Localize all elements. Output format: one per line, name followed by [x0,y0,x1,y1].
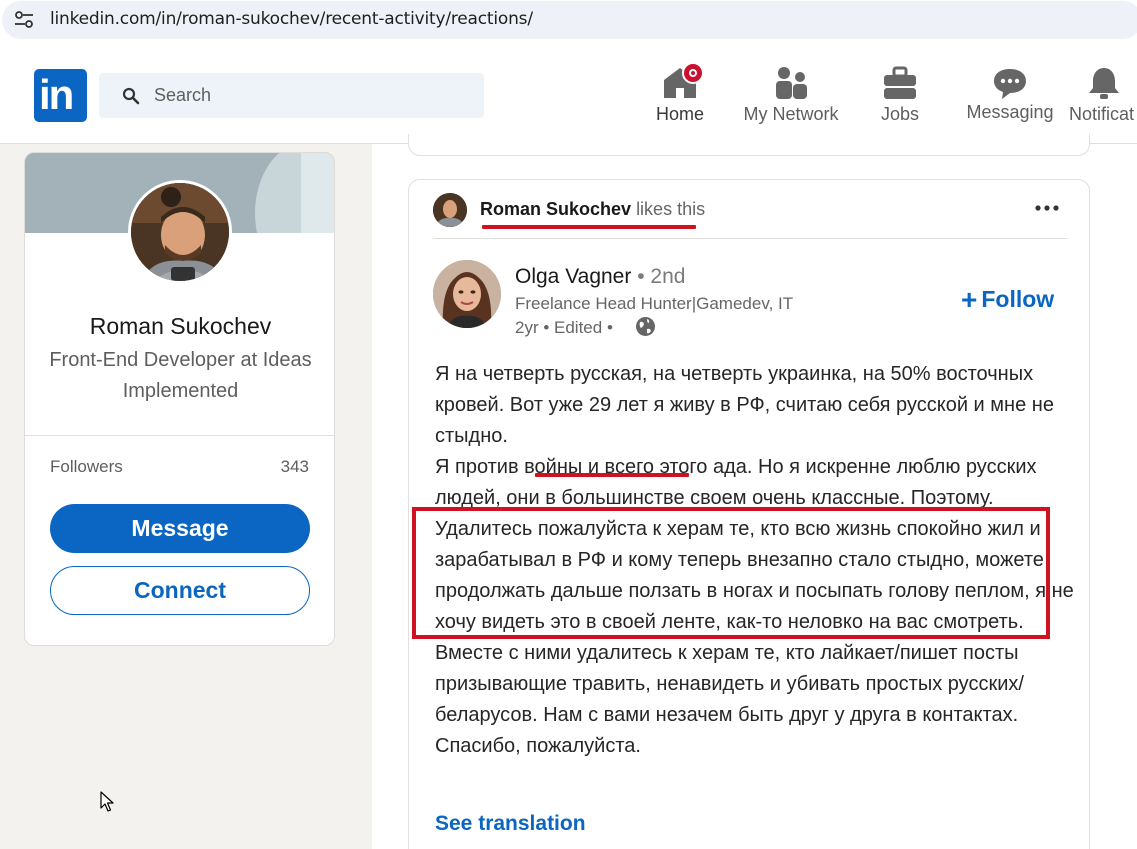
url-text[interactable]: linkedin.com/in/roman-sukochev/recent-ac… [50,9,533,29]
notification-badge [682,62,704,84]
author-name-text[interactable]: Olga Vagner [515,265,631,288]
annotation-underline [535,473,689,477]
reactor-name[interactable]: Roman Sukochev [480,199,631,219]
nav-notifications-label: Notificat [1069,104,1135,124]
connection-degree: • 2nd [637,265,686,288]
plus-icon: + [961,284,978,315]
reaction-header: Roman Sukochev likes this [480,199,705,220]
post-text-part: . [502,425,508,447]
briefcase-icon [884,66,916,99]
globe-icon [636,317,655,336]
connect-button[interactable]: Connect [50,566,310,615]
chat-icon [994,69,1026,99]
message-button[interactable]: Message [50,504,310,553]
profile-photo [131,183,229,281]
post-text-part: Я на четверть русская, на четверть украи… [435,363,1034,416]
browser-address-bar: linkedin.com/in/roman-sukochev/recent-ac… [0,0,1137,46]
profile-name[interactable]: Roman Sukochev [25,313,334,340]
reactor-avatar[interactable] [433,193,467,227]
search-input[interactable]: Search [99,73,484,118]
nav-notifications[interactable]: Notificat [1064,66,1137,136]
linkedin-nav: in Search Home My Network Jobs Messaging… [0,46,1137,144]
author-avatar[interactable] [433,260,501,328]
site-settings-icon[interactable] [14,11,34,29]
author-headline: Freelance Head Hunter|Gamedev, IT [515,294,794,313]
profile-headline: Front-End Developer at Ideas Implemented [49,349,312,402]
divider [433,238,1067,239]
nav-my-network[interactable]: My Network [735,66,847,136]
see-translation-link[interactable]: See translation [435,812,586,836]
linkedin-logo[interactable]: in [34,69,87,122]
reactor-action: likes this [636,199,706,219]
divider [25,435,334,436]
followers-count: 343 [280,457,309,476]
activity-feed: Roman Sukochev likes this Olga Vagner • … [372,134,1137,849]
nav-jobs[interactable]: Jobs [866,66,934,136]
url-field[interactable]: linkedin.com/in/roman-sukochev/recent-ac… [2,1,1137,39]
nav-messaging[interactable]: Messaging [960,66,1060,136]
post-paragraph: Я на четверть русская, на четверть украи… [435,359,1075,452]
annotation-underline [482,225,696,229]
nav-home[interactable]: Home [645,62,715,136]
nav-jobs-label: Jobs [880,104,920,124]
nav-home-label: Home [655,104,704,124]
follow-button[interactable]: + Follow [961,284,1054,316]
author-name[interactable]: Olga Vagner • 2nd [515,265,685,289]
mouse-cursor-icon [100,791,114,812]
follow-label: Follow [981,286,1055,312]
post-meta: 2yr • Edited • [515,318,613,337]
nav-my-network-label: My Network [743,104,839,124]
followers-label: Followers [50,457,123,476]
profile-avatar[interactable] [128,180,232,284]
nav-messaging-label: Messaging [966,102,1054,122]
people-icon [776,67,807,99]
previous-post-card [408,134,1090,156]
annotation-highlight-box [412,507,1050,639]
search-placeholder: Search [154,85,212,105]
more-options-icon[interactable] [1033,203,1061,213]
search-icon [122,87,140,105]
bell-icon [1089,68,1119,99]
profile-card: Roman Sukochev Front-End Developer at Id… [24,152,335,646]
logo-text: in [39,71,74,118]
